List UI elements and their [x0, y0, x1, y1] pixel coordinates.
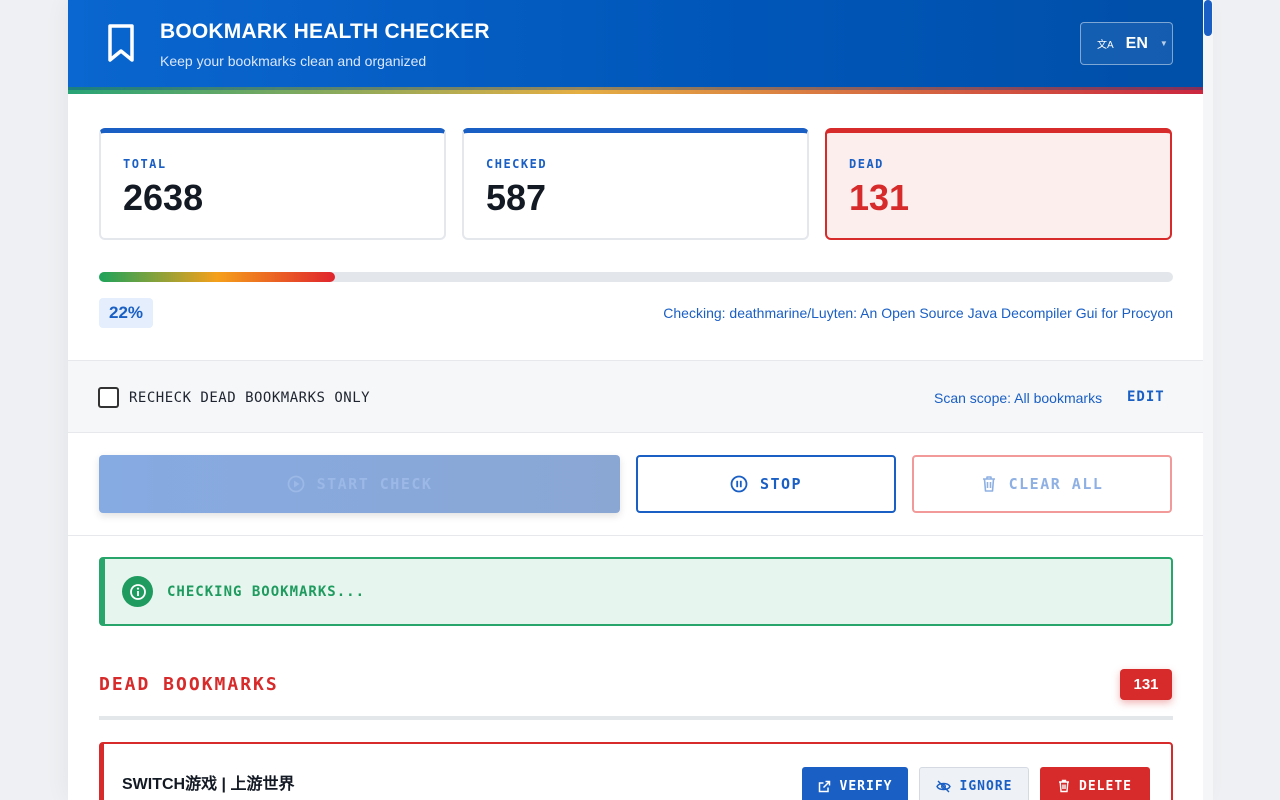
trash-icon — [1058, 779, 1070, 793]
info-icon — [122, 576, 153, 607]
progress-percent: 22% — [99, 298, 154, 328]
recheck-dead-label[interactable]: RECHECK DEAD BOOKMARKS ONLY — [129, 390, 370, 406]
stop-label: STOP — [759, 475, 803, 493]
bookmark-title: SWITCH游戏 | 上游世界 — [122, 776, 295, 793]
stat-value: 587 — [486, 177, 547, 218]
scrollbar-thumb[interactable] — [1204, 0, 1212, 36]
stat-value: 131 — [849, 177, 910, 218]
app-title: BOOKMARK HEALTH CHECKER — [160, 20, 490, 43]
start-check-label: START CHECK — [316, 475, 433, 493]
progress-fill — [99, 272, 336, 282]
status-text: CHECKING BOOKMARKS... — [167, 584, 366, 600]
scan-scope-text: Scan scope: All bookmarks — [934, 390, 1103, 406]
recheck-dead-checkbox[interactable] — [98, 387, 119, 408]
verify-label: VERIFY — [839, 778, 893, 794]
stat-value: 2638 — [123, 177, 204, 218]
language-selector[interactable]: 文A EN ▼ — [1080, 22, 1173, 65]
dead-bookmarks-title: DEAD BOOKMARKS — [99, 674, 279, 695]
translate-icon: 文A — [1097, 40, 1114, 51]
scrollbar-track[interactable] — [1203, 0, 1213, 800]
clear-all-label: CLEAR ALL — [1008, 475, 1104, 493]
delete-button[interactable]: DELETE — [1040, 767, 1150, 800]
dead-bookmark-item: SWITCH游戏 | 上游世界 VERIFY IGNORE DELETE — [99, 742, 1173, 800]
stat-label: TOTAL — [123, 157, 167, 171]
eye-off-icon — [935, 780, 951, 793]
ignore-label: IGNORE — [959, 778, 1013, 794]
chevron-down-icon: ▼ — [1159, 39, 1168, 48]
status-banner: CHECKING BOOKMARKS... — [99, 557, 1173, 626]
ignore-button[interactable]: IGNORE — [919, 767, 1029, 800]
delete-label: DELETE — [1079, 778, 1132, 794]
clear-all-button[interactable]: CLEAR ALL — [912, 455, 1172, 513]
options-bar: RECHECK DEAD BOOKMARKS ONLY Scan scope: … — [68, 360, 1203, 433]
progress-bar — [99, 272, 1173, 282]
header-accent-stripe — [68, 87, 1203, 94]
app-container: BOOKMARK HEALTH CHECKER Keep your bookma… — [68, 0, 1203, 800]
stat-card-checked: CHECKED 587 — [462, 128, 809, 240]
start-check-button[interactable]: START CHECK — [99, 455, 620, 513]
stat-card-dead: DEAD 131 — [825, 128, 1172, 240]
app-header: BOOKMARK HEALTH CHECKER Keep your bookma… — [68, 0, 1203, 94]
edit-scope-button[interactable]: EDIT — [1127, 389, 1165, 405]
current-check-text: Checking: deathmarine/Luyten: An Open So… — [663, 305, 1173, 321]
section-divider — [68, 535, 1203, 536]
stat-label: CHECKED — [486, 157, 548, 171]
stop-button[interactable]: STOP — [636, 455, 896, 513]
trash-icon — [981, 475, 997, 493]
dead-count-badge: 131 — [1120, 669, 1172, 700]
external-link-icon — [818, 780, 831, 793]
app-subtitle: Keep your bookmarks clean and organized — [160, 53, 427, 69]
language-label: EN — [1125, 34, 1148, 52]
play-circle-icon — [287, 475, 305, 493]
section-rule — [99, 716, 1173, 720]
pause-circle-icon — [730, 475, 748, 493]
verify-button[interactable]: VERIFY — [802, 767, 908, 800]
bookmark-icon — [108, 24, 134, 62]
stat-card-total: TOTAL 2638 — [99, 128, 446, 240]
stat-label: DEAD — [849, 157, 884, 171]
